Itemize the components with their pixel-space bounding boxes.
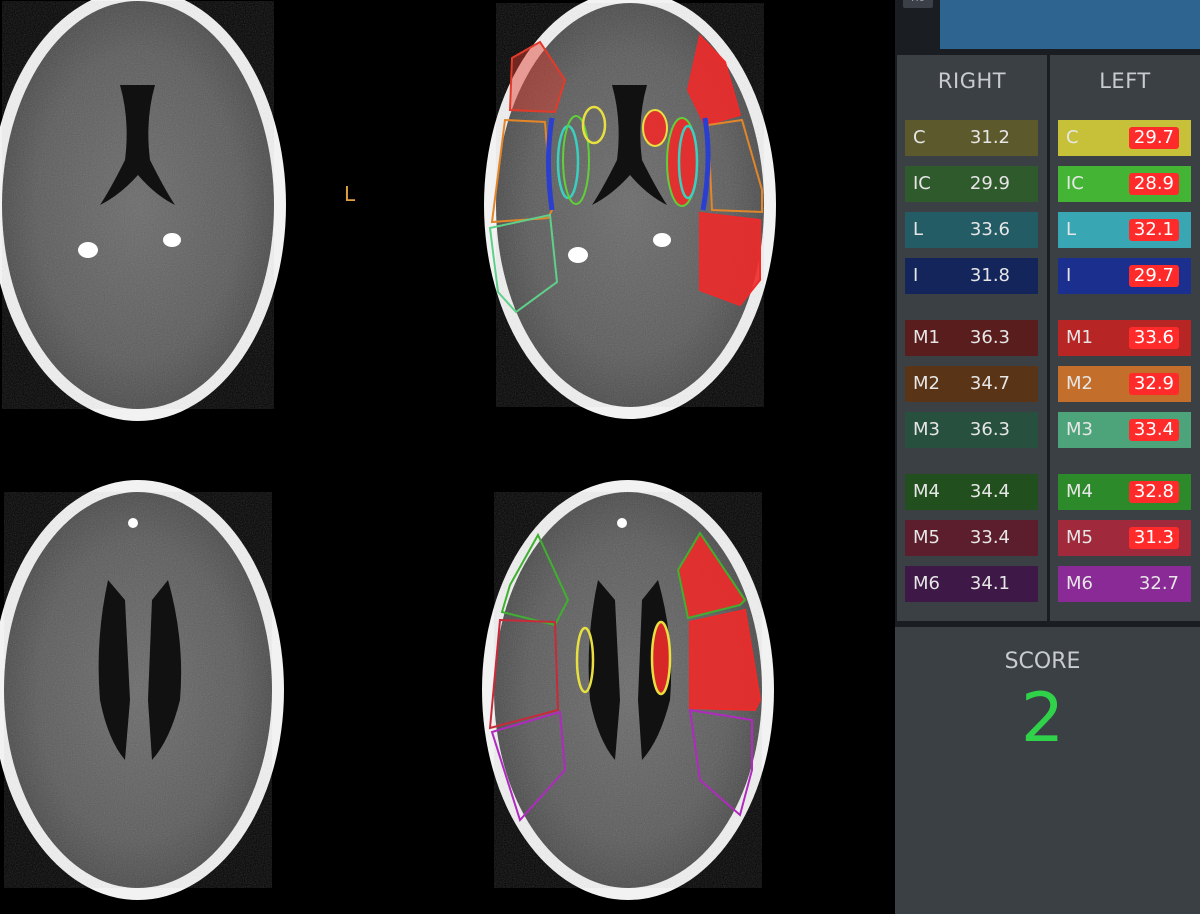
region-density-value: 29.9 xyxy=(969,173,1010,194)
region-label: M4 xyxy=(913,481,940,502)
left-region-m6[interactable]: M6 32.7 xyxy=(1058,566,1191,602)
left-hemisphere-column: LEFT C 29.7 IC 28.9 L 32.1 I 29.7 M1 33.6 M2 32.9 M3… xyxy=(1050,55,1200,621)
right-region-i[interactable]: I 31.8 xyxy=(905,258,1038,294)
region-label: C xyxy=(913,127,926,148)
region-label: M4 xyxy=(1066,481,1093,502)
ct-slice-top-left xyxy=(0,0,286,421)
left-region-m1[interactable]: M1 33.6 xyxy=(1058,320,1191,356)
region-label: C xyxy=(1066,127,1079,148)
region-label: M3 xyxy=(913,419,940,440)
region-label: I xyxy=(1066,265,1072,286)
left-region-i[interactable]: I 29.7 xyxy=(1058,258,1191,294)
left-region-c[interactable]: C 29.7 xyxy=(1058,120,1191,156)
region-density-value: 31.3 xyxy=(1128,527,1179,549)
top-info-box xyxy=(940,0,1200,49)
left-column-header: LEFT xyxy=(1099,69,1151,93)
region-label: L xyxy=(1066,219,1077,240)
region-label: M1 xyxy=(1066,327,1093,348)
region-label: I xyxy=(913,265,919,286)
region-density-value: 29.7 xyxy=(1128,265,1179,287)
region-label: M3 xyxy=(1066,419,1093,440)
right-region-m1[interactable]: M1 36.3 xyxy=(905,320,1038,356)
region-density-value: 34.7 xyxy=(969,373,1010,394)
left-region-ic[interactable]: IC 28.9 xyxy=(1058,166,1191,202)
region-density-value: 34.4 xyxy=(969,481,1010,502)
left-region-m3[interactable]: M3 33.4 xyxy=(1058,412,1191,448)
left-region-l[interactable]: L 32.1 xyxy=(1058,212,1191,248)
region-density-value: 33.4 xyxy=(1128,419,1179,441)
right-region-l[interactable]: L 33.6 xyxy=(905,212,1038,248)
region-label: L xyxy=(913,219,924,240)
right-region-c[interactable]: C 31.2 xyxy=(905,120,1038,156)
region-density-value: 31.2 xyxy=(969,127,1010,148)
region-density-value: 36.3 xyxy=(969,419,1010,440)
aspects-panel: Ho RIGHT C31.2IC29.9L33.6I31.8M136.3M234… xyxy=(895,0,1200,914)
top-button[interactable]: Ho xyxy=(903,0,933,8)
region-density-value: 32.1 xyxy=(1128,219,1179,241)
region-label: M6 xyxy=(1066,573,1093,594)
region-density-value: 32.9 xyxy=(1128,373,1179,395)
region-label: M1 xyxy=(913,327,940,348)
ct-viewer[interactable]: L xyxy=(0,0,895,914)
region-density-value: 32.8 xyxy=(1128,481,1179,503)
score-label: SCORE xyxy=(1004,649,1081,674)
right-region-m6[interactable]: M6 34.1 xyxy=(905,566,1038,602)
region-density-value: 33.6 xyxy=(969,219,1010,240)
region-label: M5 xyxy=(913,527,940,548)
right-region-m5[interactable]: M5 33.4 xyxy=(905,520,1038,556)
region-label: M2 xyxy=(913,373,940,394)
region-density-value: 31.8 xyxy=(969,265,1010,286)
left-region-m4[interactable]: M4 32.8 xyxy=(1058,474,1191,510)
region-density-value: 36.3 xyxy=(969,327,1010,348)
ct-slice-top-right-annotated xyxy=(484,0,776,419)
region-density-value: 33.6 xyxy=(1128,327,1179,349)
region-label: IC xyxy=(913,173,931,194)
region-label: M2 xyxy=(1066,373,1093,394)
region-density-value: 33.4 xyxy=(969,527,1010,548)
region-density-value: 29.7 xyxy=(1128,127,1179,149)
region-label: M5 xyxy=(1066,527,1093,548)
score-value: 2 xyxy=(1020,679,1065,758)
right-region-m3[interactable]: M3 36.3 xyxy=(905,412,1038,448)
left-region-m5[interactable]: M5 31.3 xyxy=(1058,520,1191,556)
region-density-value: 32.7 xyxy=(1138,573,1179,594)
region-density-value: 28.9 xyxy=(1128,173,1179,195)
right-region-m2[interactable]: M2 34.7 xyxy=(905,366,1038,402)
region-label: IC xyxy=(1066,173,1084,194)
right-hemisphere-column: RIGHT C 31.2 IC 29.9 L 33.6 I 31.8 M1 36.3 M2 34.7 M… xyxy=(897,55,1047,621)
ct-slice-bottom-left xyxy=(0,480,284,900)
ct-slices-canvas[interactable] xyxy=(0,0,895,914)
left-region-m2[interactable]: M2 32.9 xyxy=(1058,366,1191,402)
right-column-header: RIGHT xyxy=(937,69,1007,93)
region-density-value: 34.1 xyxy=(969,573,1010,594)
right-region-m4[interactable]: M4 34.4 xyxy=(905,474,1038,510)
right-region-ic[interactable]: IC 29.9 xyxy=(905,166,1038,202)
score-box: SCORE 2 xyxy=(895,627,1200,914)
region-label: M6 xyxy=(913,573,940,594)
orientation-marker: L xyxy=(344,182,356,206)
ct-slice-bottom-right-annotated xyxy=(482,480,774,900)
